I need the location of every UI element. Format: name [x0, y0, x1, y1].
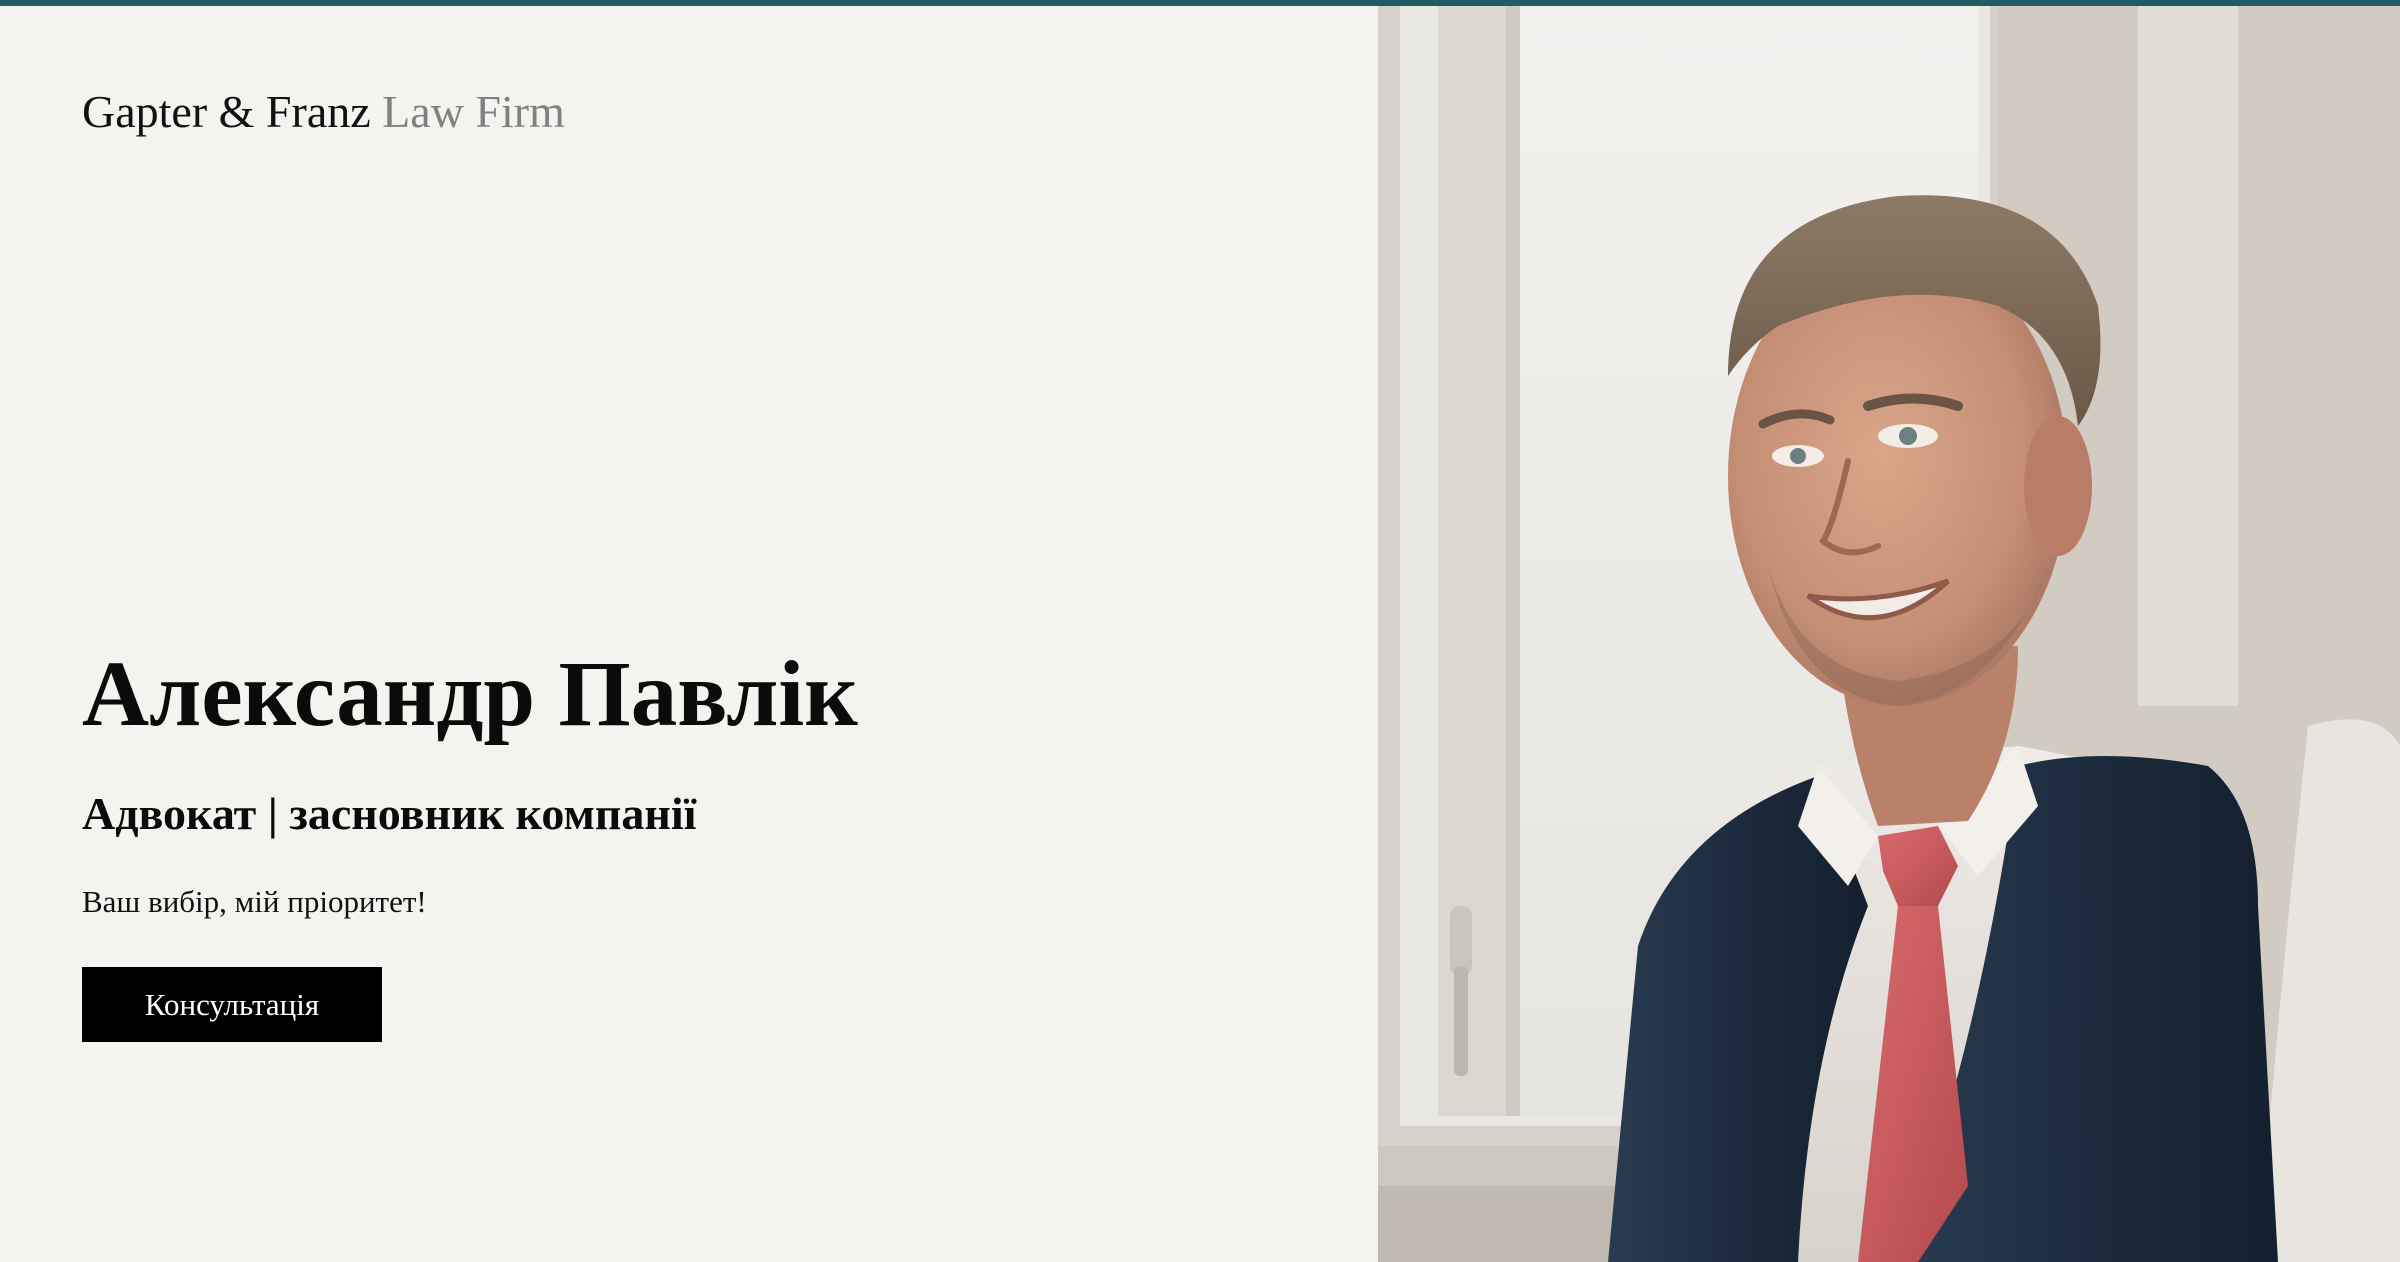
portrait-illustration	[1378, 6, 2400, 1262]
hero-portrait-photo	[1378, 6, 2400, 1262]
hero-text-panel: Gapter & Franz Law Firm Александр Павлік…	[0, 6, 1378, 1262]
consultation-button[interactable]: Консультація	[82, 967, 382, 1042]
brand-logo[interactable]: Gapter & Franz Law Firm	[82, 84, 565, 140]
hero-name: Александр Павлік	[82, 643, 858, 746]
hero-tagline: Ваш вибір, мій пріоритет!	[82, 884, 427, 919]
top-accent-bar	[0, 0, 2400, 6]
brand-name-sub: Law Firm	[382, 86, 565, 137]
hero-role: Адвокат | засновник компанії	[82, 788, 697, 839]
brand-name-main: Gapter & Franz	[82, 86, 371, 137]
